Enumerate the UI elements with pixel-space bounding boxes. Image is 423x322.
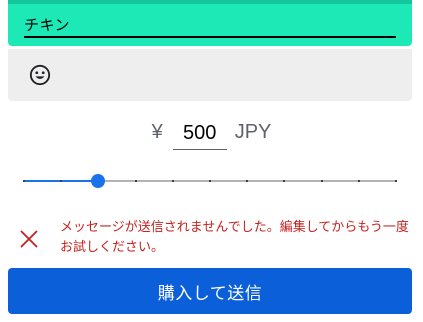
slider-tick (209, 180, 211, 182)
emoji-button[interactable] (28, 63, 52, 87)
slider-tick (320, 180, 323, 182)
amount-input[interactable]: 500 (172, 122, 227, 150)
message-text-input[interactable]: チキン (24, 14, 70, 35)
slider-tick (357, 180, 360, 182)
currency-symbol: ¥ (151, 121, 163, 143)
message-input-underline (24, 36, 396, 38)
currency-code: JPY (234, 121, 272, 143)
buy-and-send-button[interactable]: 購入して送信 (8, 268, 412, 314)
close-x-icon (20, 230, 38, 248)
message-block-top-strip (8, 0, 412, 4)
smiling-face-icon (29, 64, 51, 86)
slider-tick (171, 180, 174, 182)
error-text: メッセージが送信されませんでした。編集してからもう一度お試しください。 (60, 220, 409, 255)
slider-tick (395, 180, 397, 182)
amount-slider[interactable] (23, 170, 397, 192)
slider-tick (134, 180, 137, 182)
slider-tick (23, 180, 25, 182)
slider-tick (283, 180, 286, 182)
slider-thumb[interactable] (91, 174, 106, 188)
slider-tick (60, 180, 63, 182)
buy-button-label: 購入して送信 (157, 283, 263, 303)
error-message-area: メッセージが送信されませんでした。編集してからもう一度お試しください。 (18, 218, 413, 258)
emoji-row (8, 49, 412, 101)
slider-tick (246, 180, 249, 182)
message-block: チキン (8, 0, 412, 46)
price-row: ¥ 500 JPY (0, 118, 423, 150)
